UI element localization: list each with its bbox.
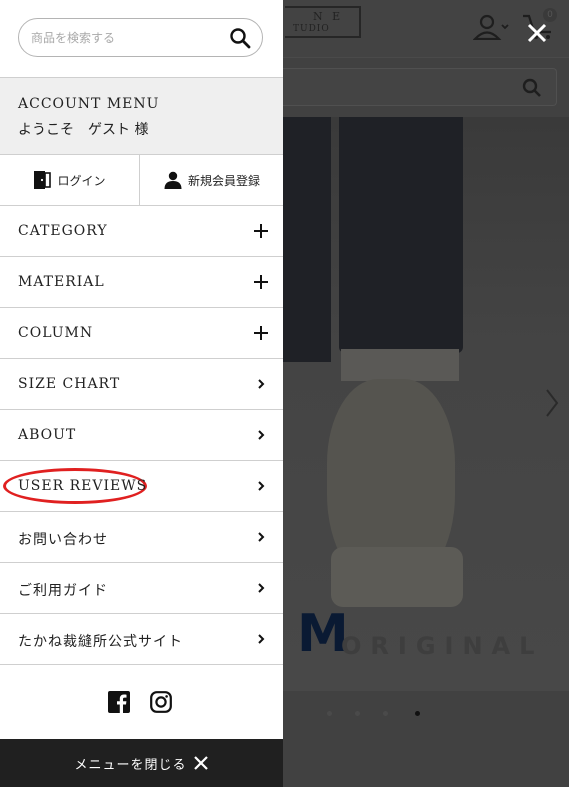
chevron-right-icon[interactable] xyxy=(545,388,559,418)
facebook-icon[interactable] xyxy=(108,691,130,713)
brand-logo: N E TUDIO xyxy=(285,6,361,38)
menu-item-column[interactable]: COLUMN xyxy=(0,308,283,359)
register-button[interactable]: 新規会員登録 xyxy=(141,155,283,205)
menu-item-official-site[interactable]: たかね裁縫所公式サイト xyxy=(0,614,283,665)
hero-sneaker-sole xyxy=(331,547,463,607)
slider-dot[interactable] xyxy=(355,711,360,716)
search-icon xyxy=(522,78,541,97)
menu-item-label: SIZE CHART xyxy=(18,376,121,392)
close-icon[interactable] xyxy=(520,16,554,50)
hero-leg-right xyxy=(339,117,463,353)
hero-cuff xyxy=(341,349,459,381)
plus-icon xyxy=(254,326,268,340)
menu-item-size-chart[interactable]: SIZE CHART xyxy=(0,359,283,410)
door-icon xyxy=(34,171,52,189)
close-menu-label: メニューを閉じる xyxy=(74,757,187,773)
menu-item-label: ABOUT xyxy=(18,427,77,443)
menu-item-label: COLUMN xyxy=(18,325,94,341)
plus-icon xyxy=(254,224,268,238)
instagram-icon[interactable] xyxy=(150,691,172,713)
chevron-right-icon xyxy=(258,532,265,542)
chevron-right-icon xyxy=(258,379,265,389)
menu-item-label: MATERIAL xyxy=(18,274,105,290)
close-icon xyxy=(193,756,208,770)
menu-item-about[interactable]: ABOUT xyxy=(0,410,283,461)
menu-item-material[interactable]: MATERIAL xyxy=(0,257,283,308)
chevron-right-icon xyxy=(258,481,265,491)
menu-item-category[interactable]: CATEGORY xyxy=(0,206,283,257)
chevron-right-icon xyxy=(258,634,265,644)
account-menu-header: ACCOUNT MENU ようこそ ゲスト 様 xyxy=(0,78,283,155)
hero-text: ORIGINAL xyxy=(341,632,544,660)
slider-dot[interactable] xyxy=(327,711,332,716)
account-menu-title: ACCOUNT MENU xyxy=(18,96,160,112)
search-input[interactable] xyxy=(31,28,221,48)
social-links xyxy=(0,665,283,739)
menu-item-label: USER REVIEWS xyxy=(18,478,148,494)
hero-leg-left xyxy=(283,117,331,362)
menu-item-guide[interactable]: ご利用ガイド xyxy=(0,563,283,614)
login-label: ログイン xyxy=(57,173,106,188)
slider-dot[interactable] xyxy=(383,711,388,716)
background-page: N E TUDIO 0 M ORIGINAL xyxy=(283,0,569,787)
menu-list: CATEGORY MATERIAL COLUMN SIZE CHART ABOU… xyxy=(0,206,283,665)
background-search-bar xyxy=(283,68,557,106)
search-icon[interactable] xyxy=(229,27,251,49)
close-menu-button[interactable]: メニューを閉じる xyxy=(0,739,283,787)
account-welcome-text: ようこそ ゲスト 様 xyxy=(18,122,149,138)
plus-icon xyxy=(254,275,268,289)
menu-item-contact[interactable]: お問い合わせ xyxy=(0,512,283,563)
slider-dots xyxy=(283,706,569,722)
brand-logo-line2: TUDIO xyxy=(293,24,330,34)
menu-item-label: たかね裁縫所公式サイト xyxy=(18,634,183,650)
search-area xyxy=(0,0,283,78)
search-box xyxy=(18,18,263,57)
person-icon xyxy=(164,171,182,189)
chevron-right-icon xyxy=(258,583,265,593)
menu-item-label: ご利用ガイド xyxy=(18,583,108,599)
brand-logo-line1: N E xyxy=(313,10,344,23)
menu-item-user-reviews[interactable]: USER REVIEWS xyxy=(0,461,283,512)
user-icon xyxy=(473,14,509,40)
menu-item-label: お問い合わせ xyxy=(18,532,108,548)
register-label: 新規会員登録 xyxy=(187,173,260,188)
chevron-right-icon xyxy=(258,430,265,440)
slider-dot-active[interactable] xyxy=(415,711,420,716)
auth-buttons: ログイン 新規会員登録 xyxy=(0,155,283,206)
login-button[interactable]: ログイン xyxy=(0,155,140,205)
menu-item-label: CATEGORY xyxy=(18,223,108,239)
side-menu-drawer: ACCOUNT MENU ようこそ ゲスト 様 ログイン 新規会員登録 CATE… xyxy=(0,0,283,787)
